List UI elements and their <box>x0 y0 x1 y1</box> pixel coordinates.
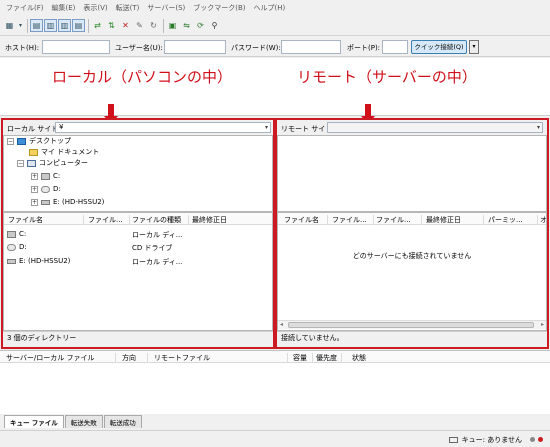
queue-status-text: キュー: ありません <box>461 436 522 444</box>
cancel-icon[interactable]: ✕ <box>119 19 132 32</box>
tab-successful-transfers[interactable]: 転送成功 <box>103 415 142 428</box>
menu-transfer[interactable]: 転送(T) <box>116 3 140 13</box>
menu-help[interactable]: ヘルプ(H) <box>254 3 286 13</box>
tab-queued-files[interactable]: キュー ファイル <box>4 415 64 428</box>
quickconnect-dropdown[interactable]: ▾ <box>469 40 479 54</box>
queue-header: サーバー/ローカル ファイル 方向 リモートファイル 容量 優先度 状態 <box>0 351 550 363</box>
toggle-queue-icon[interactable]: ▤ <box>72 19 85 32</box>
remote-annotation: リモート（サーバーの中） <box>297 68 477 86</box>
toggle-remote-tree-icon[interactable]: ▥ <box>58 19 71 32</box>
disconnect-icon[interactable]: ✎ <box>133 19 146 32</box>
column-remote-file[interactable]: リモートファイル <box>154 353 288 363</box>
toggle-message-log-icon[interactable]: ▤ <box>30 19 43 32</box>
process-queue-icon[interactable]: ⇅ <box>105 19 118 32</box>
port-input[interactable] <box>382 40 408 54</box>
chevron-down-icon: ▾ <box>472 43 476 50</box>
menu-bookmarks[interactable]: ブックマーク(B) <box>193 3 245 13</box>
compare-icon[interactable]: ⇋ <box>180 19 193 32</box>
activity-led-icon <box>530 437 535 442</box>
column-size[interactable]: 容量 <box>293 353 313 363</box>
directory-filter-icon[interactable]: ▣ <box>166 19 179 32</box>
toolbar-separator <box>27 18 28 33</box>
menu-bar: ファイル(F) 編集(E) 表示(V) 転送(T) サーバー(S) ブックマーク… <box>0 2 550 14</box>
tab-failed-transfers[interactable]: 転送失敗 <box>64 415 103 428</box>
port-label: ポート(P): <box>347 44 381 52</box>
column-status[interactable]: 状態 <box>352 353 392 363</box>
dropdown-arrow-icon[interactable]: ▾ <box>17 19 24 32</box>
toolbar-separator <box>163 18 164 33</box>
refresh-icon[interactable]: ⇄ <box>91 19 104 32</box>
quickconnect-bar: ホスト(H): ユーザー名(U): パスワード(W): ポート(P): クイック… <box>0 37 550 57</box>
column-direction[interactable]: 方向 <box>122 353 148 363</box>
menu-view[interactable]: 表示(V) <box>83 3 107 13</box>
username-label: ユーザー名(U): <box>115 44 163 52</box>
local-highlight-frame <box>1 118 275 349</box>
queue-status: キュー: ありません <box>448 435 522 445</box>
password-label: パスワード(W): <box>231 44 281 52</box>
queue-tabs: キュー ファイル 転送失敗 転送成功 <box>0 414 550 428</box>
transfer-queue[interactable]: サーバー/ローカル ファイル 方向 リモートファイル 容量 優先度 状態 <box>0 350 550 414</box>
toolbar: ▦ ▾ ▤ ▥ ▥ ▤ ⇄ ⇅ ✕ ✎ ↻ ▣ ⇋ ⟳ ⚲ <box>0 16 550 36</box>
reconnect-icon[interactable]: ↻ <box>147 19 160 32</box>
quickconnect-button[interactable]: クイック接続(Q) <box>411 40 467 54</box>
menu-server[interactable]: サーバー(S) <box>147 3 185 13</box>
site-manager-icon[interactable]: ▦ <box>3 19 16 32</box>
queue-icon <box>448 437 458 443</box>
search-icon[interactable]: ⚲ <box>208 19 221 32</box>
column-priority[interactable]: 優先度 <box>316 353 342 363</box>
column-server-local-file[interactable]: サーバー/ローカル ファイル <box>6 353 116 363</box>
status-bar: キュー: ありません <box>0 430 550 447</box>
host-input[interactable] <box>42 40 110 54</box>
activity-led-icon <box>538 437 543 442</box>
username-input[interactable] <box>164 40 226 54</box>
host-label: ホスト(H): <box>5 44 40 52</box>
local-annotation: ローカル（パソコンの中） <box>52 68 233 86</box>
menu-file[interactable]: ファイル(F) <box>6 3 44 13</box>
sync-browse-icon[interactable]: ⟳ <box>194 19 207 32</box>
password-input[interactable] <box>281 40 341 54</box>
menu-edit[interactable]: 編集(E) <box>52 3 76 13</box>
toggle-local-tree-icon[interactable]: ▥ <box>44 19 57 32</box>
remote-highlight-frame <box>275 118 549 349</box>
toolbar-separator <box>88 18 89 33</box>
